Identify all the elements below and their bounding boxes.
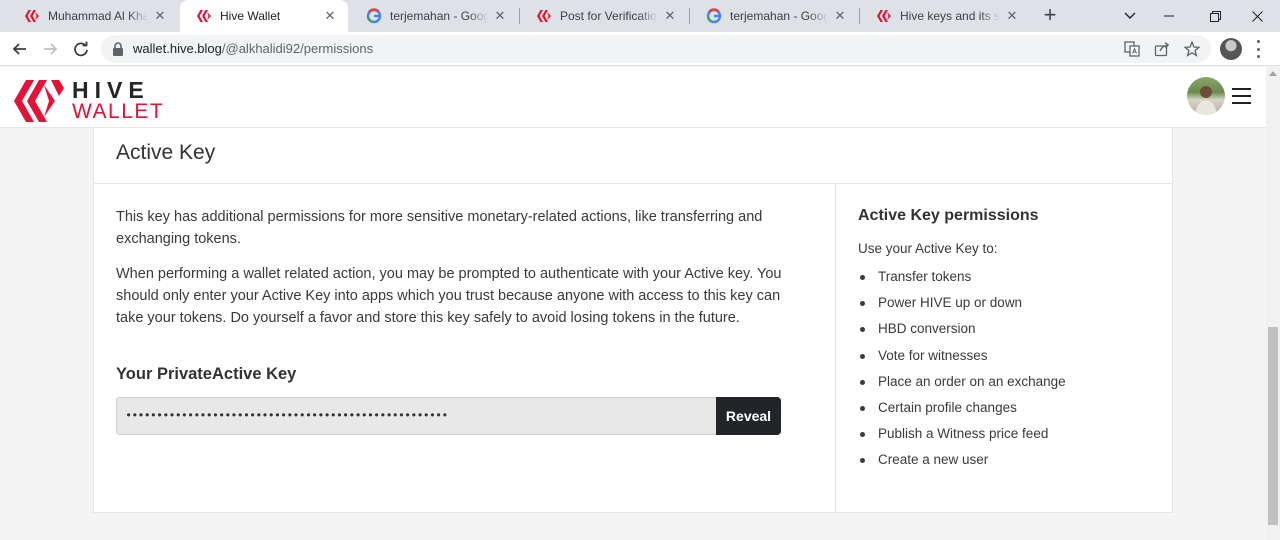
profile-avatar-button[interactable] [1220, 38, 1242, 60]
browser-tab-strip: Muhammad Al Khalidi ✕ Hive Wallet ✕ terj… [0, 0, 1280, 32]
url-path: /@alkhalidi92/permissions [221, 41, 374, 56]
url-text[interactable]: wallet.hive.blog/@alkhalidi92/permission… [133, 41, 373, 56]
description-paragraph: When performing a wallet related action,… [116, 266, 782, 326]
scroll-thumb[interactable] [1268, 327, 1278, 525]
list-item: Transfer tokens [858, 267, 1066, 293]
tab-title: terjemahan - Google S [730, 9, 828, 23]
tab-title: Post for Verification to [560, 9, 658, 23]
restore-icon [1209, 10, 1221, 22]
tab-title: Hive Wallet [220, 9, 281, 23]
tab-title: Muhammad Al Khalidi [48, 9, 148, 23]
close-icon[interactable]: ✕ [152, 8, 168, 24]
browser-tab[interactable]: Hive keys and its secu ✕ [860, 0, 1030, 32]
page-scrollbar[interactable] [1266, 67, 1280, 540]
hamburger-menu-icon[interactable] [1232, 88, 1251, 104]
close-icon[interactable]: ✕ [322, 8, 338, 24]
private-key-label: Your PrivateActive Key [116, 365, 297, 383]
browser-tab[interactable]: Muhammad Al Khalidi ✕ [8, 0, 178, 32]
close-icon [1251, 10, 1263, 22]
url-host: wallet.hive.blog [133, 41, 222, 56]
reload-button[interactable] [68, 36, 94, 62]
hive-logo-icon[interactable] [14, 79, 64, 123]
bookmark-star-icon[interactable] [1183, 40, 1201, 58]
logo-text-wallet: WALLET [72, 100, 165, 123]
active-key-card: Active Key This key has additional permi… [93, 128, 1173, 513]
new-tab-button[interactable]: + [1038, 4, 1062, 28]
permissions-panel: Active Key permissions Use your Active K… [835, 184, 1172, 512]
restore-button[interactable] [1192, 0, 1238, 32]
key-description-panel: This key has additional permissions for … [94, 184, 835, 512]
browser-tab[interactable]: Post for Verification to ✕ [520, 0, 688, 32]
hive-icon [25, 10, 39, 22]
close-window-button[interactable] [1234, 0, 1280, 32]
browser-tab[interactable]: terjemahan - Google S ✕ [350, 0, 518, 32]
list-item: HBD conversion [858, 319, 1066, 345]
hive-icon [877, 10, 891, 22]
scroll-up-arrow[interactable] [1269, 71, 1277, 76]
list-item: Publish a Witness price feed [858, 424, 1066, 450]
list-item: Create a new user [858, 450, 1066, 476]
permissions-list: Transfer tokens Power HIVE up or down HB… [858, 267, 1066, 477]
description-paragraph: This key has additional permissions for … [116, 209, 763, 247]
user-avatar[interactable] [1187, 77, 1225, 115]
share-icon[interactable] [1153, 40, 1171, 58]
permissions-intro: Use your Active Key to: [858, 241, 998, 256]
minimize-icon [1164, 15, 1174, 17]
browser-tab[interactable]: terjemahan - Google S ✕ [690, 0, 858, 32]
close-icon[interactable]: ✕ [492, 8, 508, 24]
address-bar[interactable]: wallet.hive.blog/@alkhalidi92/permission… [101, 35, 1211, 63]
tab-title: Hive keys and its secu [900, 9, 1000, 23]
list-item: Place an order on an exchange [858, 372, 1066, 398]
close-icon[interactable]: ✕ [662, 8, 678, 24]
browser-menu-button[interactable] [1256, 40, 1260, 58]
close-icon[interactable]: ✕ [1004, 8, 1020, 24]
arrow-right-icon [44, 43, 58, 55]
back-button[interactable] [7, 36, 33, 62]
reload-icon [74, 41, 88, 57]
browser-toolbar: wallet.hive.blog/@alkhalidi92/permission… [0, 32, 1280, 66]
google-icon [706, 8, 722, 24]
chevron-down-icon [1124, 12, 1136, 19]
arrow-left-icon [12, 43, 26, 55]
list-item: Power HIVE up or down [858, 293, 1066, 319]
minimize-button[interactable] [1146, 0, 1192, 32]
section-title: Active Key [116, 141, 216, 164]
reveal-button[interactable]: Reveal [716, 397, 781, 435]
hive-icon [197, 10, 211, 22]
hive-icon [537, 10, 551, 22]
permissions-title: Active Key permissions [858, 207, 1039, 224]
lock-icon[interactable] [109, 40, 127, 58]
forward-button[interactable] [37, 36, 63, 62]
close-icon[interactable]: ✕ [832, 8, 848, 24]
list-item: Certain profile changes [858, 398, 1066, 424]
tab-title: terjemahan - Google S [390, 9, 488, 23]
private-key-field[interactable]: ••••••••••••••••••••••••••••••••••••••••… [116, 397, 717, 435]
browser-tab-active[interactable]: Hive Wallet ✕ [180, 0, 348, 32]
list-item: Vote for witnesses [858, 346, 1066, 372]
site-header: HIVE WALLET [0, 67, 1266, 128]
translate-icon[interactable] [1123, 40, 1141, 58]
google-icon [366, 8, 382, 24]
card-header: Active Key [94, 128, 1172, 184]
